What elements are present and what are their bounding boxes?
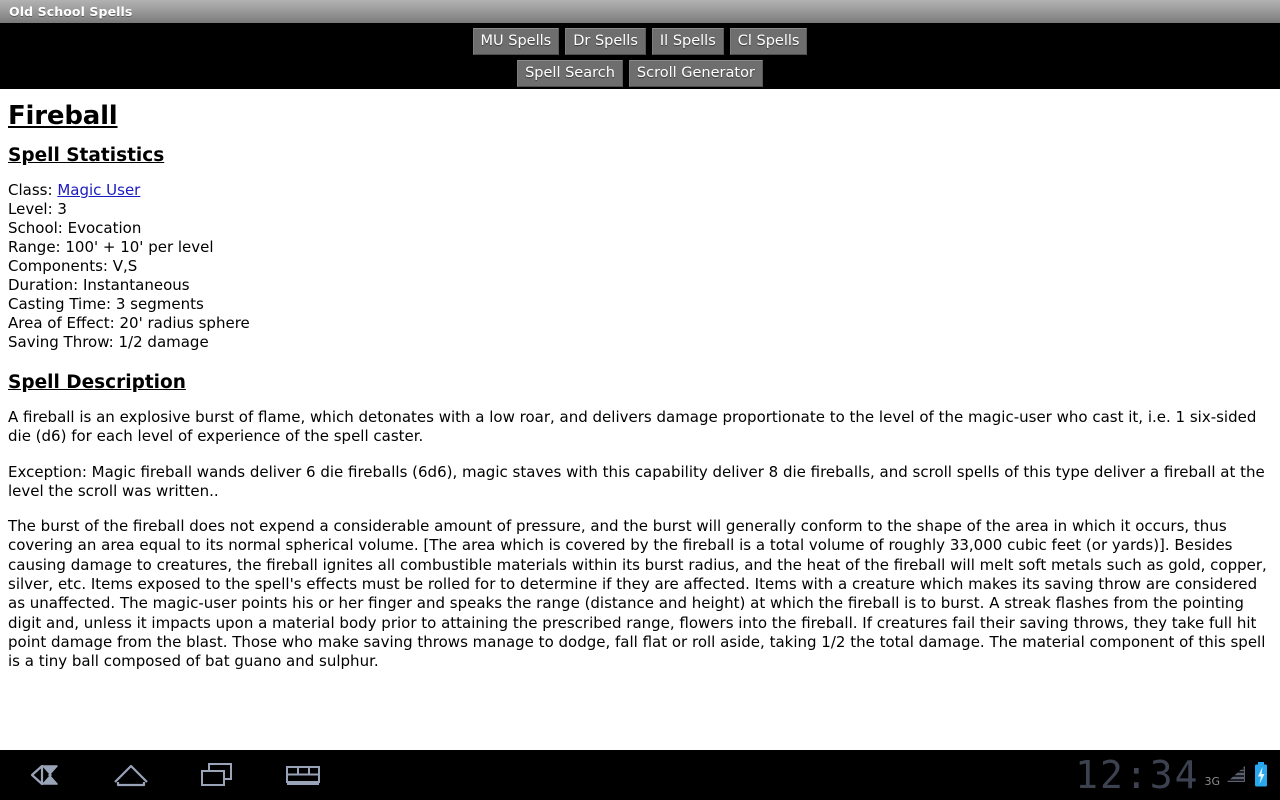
keyboard-icon[interactable] [280,758,326,792]
system-nav-buttons [0,758,326,792]
scroll-generator-button[interactable]: Scroll Generator [628,60,763,87]
home-icon[interactable] [108,758,154,792]
stat-saving-throw: Saving Throw: 1/2 damage [8,333,209,351]
spell-description-heading: Spell Description [8,372,186,393]
il-spells-button[interactable]: Il Spells [651,28,724,55]
stat-range: Range: 100' + 10' per level [8,238,214,256]
nav-header: MU Spells Dr Spells Il Spells Cl Spells … [0,23,1280,89]
stat-duration: Duration: Instantaneous [8,276,190,294]
mu-spells-button[interactable]: MU Spells [472,28,560,55]
stat-casting-time: Casting Time: 3 segments [8,295,204,313]
spell-search-button[interactable]: Spell Search [517,60,623,87]
screen-root: Old School Spells MU Spells Dr Spells Il… [0,0,1280,800]
cl-spells-button[interactable]: Cl Spells [729,28,808,55]
stat-class-label: Class: [8,181,53,199]
stat-class: Class: Magic User [8,181,1272,200]
signal-bars-icon [1225,762,1247,788]
page-title: Fireball [8,101,118,131]
spell-description-body: A fireball is an explosive burst of flam… [8,408,1272,672]
system-status-area: 12:34 3G [1075,756,1280,794]
stat-components: Components: V,S [8,257,138,275]
spell-content: Fireball Spell Statistics Class: Magic U… [0,89,1280,750]
stat-area-of-effect: Area of Effect: 20' radius sphere [8,314,250,332]
stat-school: School: Evocation [8,219,142,237]
recents-icon[interactable] [194,758,240,792]
class-link[interactable]: Magic User [57,181,140,199]
nav-button-row-primary: MU Spells Dr Spells Il Spells Cl Spells [0,28,1280,55]
description-paragraph: The burst of the fireball does not expen… [8,517,1267,671]
spell-statistics-heading: Spell Statistics [8,145,165,166]
app-title: Old School Spells [9,4,133,19]
back-icon[interactable] [22,758,68,792]
nav-button-row-secondary: Spell Search Scroll Generator [0,60,1280,87]
description-paragraph: Exception: Magic fireball wands deliver … [8,462,1265,500]
android-system-bar: 12:34 3G [0,750,1280,800]
status-clock: 12:34 [1075,753,1200,797]
network-type-label: 3G [1204,775,1220,788]
dr-spells-button[interactable]: Dr Spells [565,28,646,55]
description-paragraph: A fireball is an explosive burst of flam… [8,408,1257,446]
battery-charging-icon [1252,760,1270,790]
stat-level: Level: 3 [8,200,67,218]
window-title-bar: Old School Spells [0,0,1280,23]
spell-statistics-list: Class: Magic User Level: 3 School: Evoca… [8,181,1272,352]
